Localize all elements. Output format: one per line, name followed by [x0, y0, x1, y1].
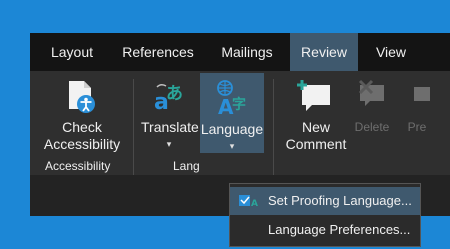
svg-text:A: A — [251, 199, 258, 209]
tab-review[interactable]: Review — [290, 33, 358, 71]
language-group-label: Lang — [173, 159, 200, 173]
group-separator — [133, 79, 134, 175]
word-window: Layout References Mailings Review View C… — [30, 33, 450, 247]
tab-references[interactable]: References — [114, 33, 202, 71]
set-proofing-language-item[interactable]: A Set Proofing Language... — [230, 187, 420, 215]
translate-icon: a あ — [154, 83, 183, 115]
svg-text:あ: あ — [166, 84, 183, 104]
check-accessibility-label-line2: Accessibility — [43, 136, 121, 152]
tab-mailings[interactable]: Mailings — [210, 33, 284, 71]
delete-comment-icon — [358, 79, 384, 106]
accessibility-check-icon — [69, 81, 95, 113]
set-proofing-language-label: Set Proofing Language... — [268, 193, 412, 208]
new-comment-icon — [297, 80, 330, 111]
check-accessibility-label-line1: Check — [62, 119, 102, 135]
proofing-language-icon: A — [239, 195, 258, 209]
translate-dropdown-caret: ▾ — [166, 139, 172, 149]
language-dropdown-caret: ▾ — [229, 141, 235, 151]
delete-label: Delete — [354, 120, 390, 134]
tab-view[interactable]: View — [366, 33, 416, 71]
language-button[interactable]: A 字 Language ▾ — [200, 73, 264, 153]
language-icon: A 字 — [217, 80, 246, 117]
tab-layout[interactable]: Layout — [38, 33, 106, 71]
new-comment-label-line1: New — [301, 119, 330, 135]
translate-label: Translate — [141, 119, 199, 135]
new-comment-label-line2: Comment — [285, 136, 347, 152]
group-separator — [273, 79, 274, 175]
language-dropdown-menu: A Set Proofing Language... Language Pref… — [229, 183, 421, 247]
ribbon-tab-bar: Layout References Mailings Review View — [30, 33, 450, 71]
previous-comment-icon — [414, 87, 430, 101]
language-label: Language — [200, 121, 264, 137]
language-preferences-label: Language Preferences... — [268, 222, 411, 237]
accessibility-group-label: Accessibility — [45, 159, 111, 173]
previous-label: Pre — [407, 120, 427, 134]
svg-text:字: 字 — [232, 96, 246, 113]
language-preferences-item[interactable]: Language Preferences... — [230, 216, 420, 244]
